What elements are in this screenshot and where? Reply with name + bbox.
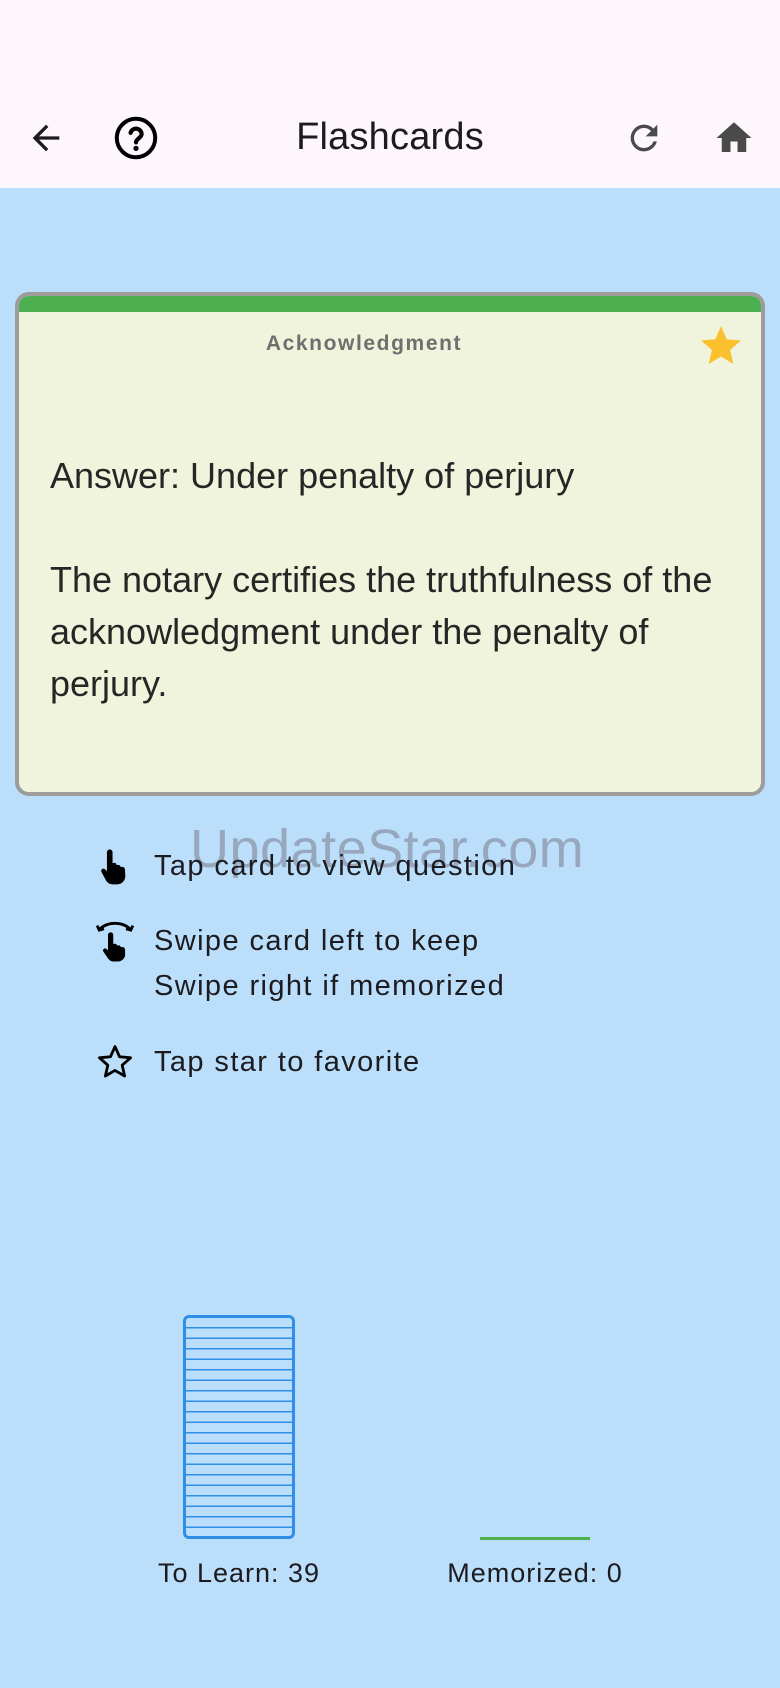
card-category: Acknowledgment xyxy=(265,332,463,355)
star-outline-icon xyxy=(98,1045,132,1078)
card-answer: Answer: Under penalty of perjury xyxy=(50,455,575,496)
refresh-icon xyxy=(630,124,658,152)
hint-tap-text: Tap card to view question xyxy=(154,850,517,882)
card-status-bar xyxy=(19,296,761,312)
hint-swipe-line-2: Swipe right if memorized xyxy=(154,970,506,1002)
home-button[interactable] xyxy=(704,108,764,168)
to-learn-label: To Learn: 39 xyxy=(157,1558,321,1588)
app-bar: Flashcards xyxy=(0,88,780,188)
status-bar xyxy=(0,0,780,88)
home-icon xyxy=(716,122,752,152)
hint-swipe-line-1: Swipe card left to keep xyxy=(154,925,480,957)
flashcard[interactable]: Acknowledgment Answer: Under penalty of … xyxy=(15,292,765,796)
hint-tap: Tap card to view question xyxy=(94,844,516,889)
hint-swipe: Swipe card left to keep Swipe right if m… xyxy=(94,919,505,1009)
memorized-pile[interactable] xyxy=(480,1537,590,1540)
card-explanation: The notary certifies the truthfulness of… xyxy=(50,559,713,704)
tap-hand-icon xyxy=(101,849,126,885)
to-learn-pile[interactable] xyxy=(183,1315,295,1539)
swipe-hand-icon xyxy=(95,921,135,962)
memorized-label: Memorized: 0 xyxy=(447,1558,623,1588)
favorite-star-icon[interactable] xyxy=(697,322,745,370)
refresh-button[interactable] xyxy=(614,108,674,168)
hint-favorite-text: Tap star to favorite xyxy=(154,1046,421,1078)
hint-favorite: Tap star to favorite xyxy=(94,1040,421,1085)
